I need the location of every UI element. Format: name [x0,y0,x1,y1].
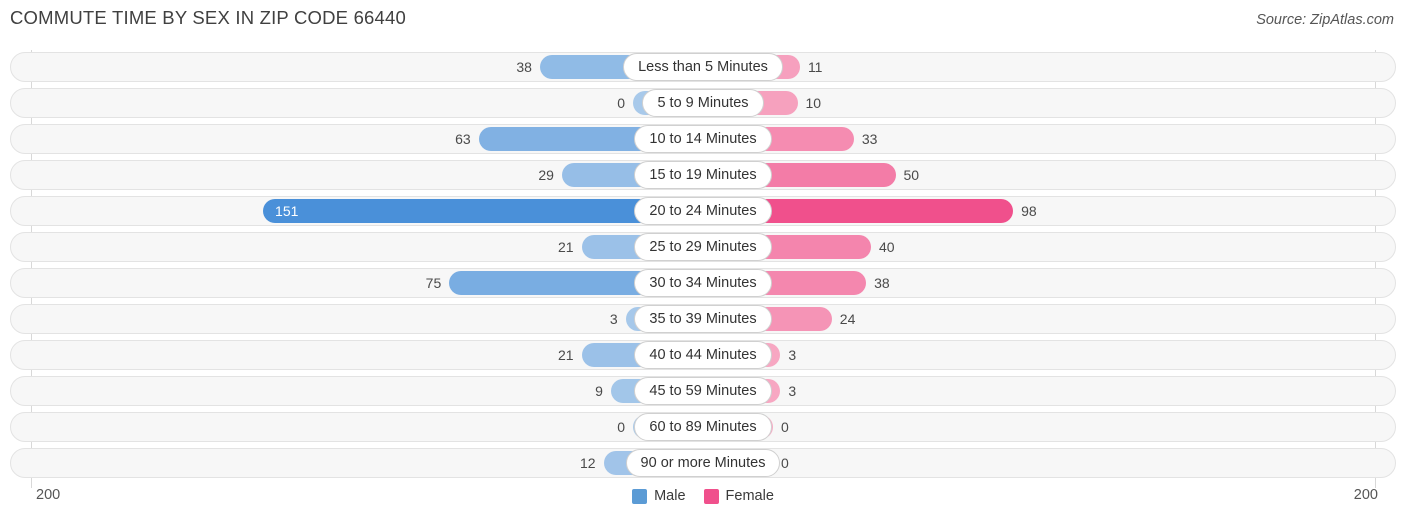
category-label: 90 or more Minutes [0,449,1406,477]
page-title: COMMUTE TIME BY SEX IN ZIP CODE 66440 [10,7,407,28]
category-label: 30 to 34 Minutes [0,269,1406,297]
plot-area: 38 11 Less than 5 Minutes 0 10 5 to 9 Minutes… [0,50,1406,488]
category-label: 5 to 9 Minutes [0,89,1406,117]
category-label: 40 to 44 Minutes [0,341,1406,369]
chart-page: COMMUTE TIME BY SEX IN ZIP CODE 66440 So… [0,0,1406,523]
category-label: 15 to 19 Minutes [0,161,1406,189]
source-attribution: Source: ZipAtlas.com [1256,12,1394,28]
category-label: 10 to 14 Minutes [0,125,1406,153]
row-bars: 21 3 40 to 44 Minutes [0,340,1406,370]
row-bars: 63 33 10 to 14 Minutes [0,124,1406,154]
bar-row: 21 3 40 to 44 Minutes [0,340,1406,370]
bar-row: 12 0 90 or more Minutes [0,448,1406,478]
legend-label: Female [725,488,774,504]
row-bars: 21 40 25 to 29 Minutes [0,232,1406,262]
bar-row: 63 33 10 to 14 Minutes [0,124,1406,154]
row-bars: 38 11 Less than 5 Minutes [0,52,1406,82]
row-bars: 3 24 35 to 39 Minutes [0,304,1406,334]
bar-row: 29 50 15 to 19 Minutes [0,160,1406,190]
category-label: 25 to 29 Minutes [0,233,1406,261]
category-label: Less than 5 Minutes [0,53,1406,81]
bar-row: 151 98 20 to 24 Minutes [0,196,1406,226]
bar-row: 9 3 45 to 59 Minutes [0,376,1406,406]
bar-row-list: 38 11 Less than 5 Minutes 0 10 5 to 9 Minutes… [0,52,1406,484]
row-bars: 12 0 90 or more Minutes [0,448,1406,478]
row-bars: 0 10 5 to 9 Minutes [0,88,1406,118]
row-bars: 9 3 45 to 59 Minutes [0,376,1406,406]
category-label: 60 to 89 Minutes [0,413,1406,441]
bar-row: 38 11 Less than 5 Minutes [0,52,1406,82]
legend-item[interactable]: Female [703,488,774,504]
legend-label: Male [654,488,686,504]
bar-row: 3 24 35 to 39 Minutes [0,304,1406,334]
chart-footer: 200 200 Male Female [0,482,1406,523]
row-bars: 0 0 60 to 89 Minutes [0,412,1406,442]
bar-row: 0 0 60 to 89 Minutes [0,412,1406,442]
category-label: 35 to 39 Minutes [0,305,1406,333]
chart-legend: Male Female [0,488,1406,504]
legend-swatch-male [632,488,648,504]
category-label: 20 to 24 Minutes [0,197,1406,225]
category-label: 45 to 59 Minutes [0,377,1406,405]
bar-row: 75 38 30 to 34 Minutes [0,268,1406,298]
row-bars: 75 38 30 to 34 Minutes [0,268,1406,298]
bar-row: 0 10 5 to 9 Minutes [0,88,1406,118]
legend-swatch-female [703,488,719,504]
bar-row: 21 40 25 to 29 Minutes [0,232,1406,262]
legend-item[interactable]: Male [632,488,686,504]
row-bars: 29 50 15 to 19 Minutes [0,160,1406,190]
row-bars: 151 98 20 to 24 Minutes [0,196,1406,226]
